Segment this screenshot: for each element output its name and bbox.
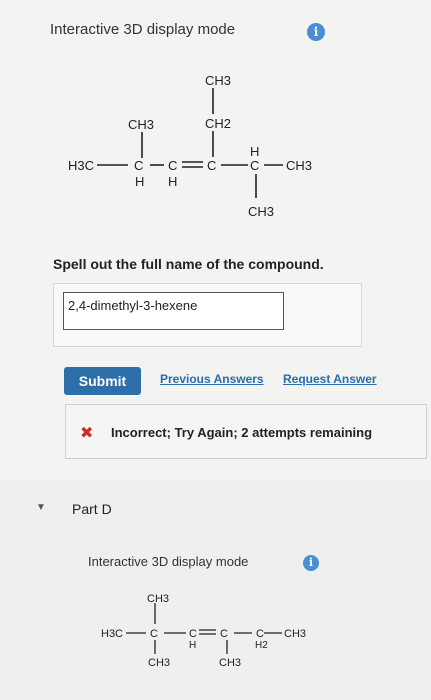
structure-label: CH3 [248, 204, 274, 219]
feedback-box: ✖ Incorrect; Try Again; 2 attempts remai… [65, 404, 427, 459]
compound-structure[interactable]: CH3 CH2 CH3 H3C C C C C H H H CH3 CH3 [0, 0, 431, 240]
structure-label: CH3 [205, 73, 231, 88]
structure-label: C [168, 158, 177, 173]
previous-answers-link[interactable]: Previous Answers [160, 372, 264, 386]
structure-label: C [250, 158, 259, 173]
structure-label: C [220, 628, 228, 640]
structure-label: C [150, 628, 158, 640]
structure-label: CH3 [128, 117, 154, 132]
structure-label: H [135, 174, 144, 189]
structure-label: H3C [101, 628, 123, 640]
structure-label: CH3 [286, 158, 312, 173]
structure-label: CH2 [205, 116, 231, 131]
structure-label: C [256, 628, 264, 640]
submit-button[interactable]: Submit [64, 367, 141, 395]
incorrect-x-icon: ✖ [80, 425, 94, 442]
part-d-display-mode-label: Interactive 3D display mode [88, 554, 249, 569]
structure-label: C [207, 158, 216, 173]
structure-label: H [250, 144, 259, 159]
feedback-text: Incorrect; Try Again; 2 attempts remaini… [111, 425, 373, 440]
structure-label: CH3 [284, 628, 306, 640]
structure-label: H [189, 640, 196, 651]
part-d-header[interactable]: Part D [72, 501, 112, 517]
question-text: Spell out the full name of the compound. [53, 256, 324, 272]
structure-label: H3C [68, 158, 94, 173]
structure-label: CH3 [148, 657, 170, 669]
structure-label: C [134, 158, 143, 173]
request-answer-link[interactable]: Request Answer [283, 372, 377, 386]
chevron-down-icon[interactable]: ▼ [36, 502, 46, 513]
structure-label: H2 [255, 640, 268, 651]
structure-label: CH3 [147, 593, 169, 605]
info-icon[interactable]: i [303, 555, 319, 571]
answer-container [53, 283, 362, 347]
structure-label: C [189, 628, 197, 640]
structure-label: H [168, 174, 177, 189]
part-d-compound-structure[interactable]: CH3 H3C C C H C C H2 CH3 CH3 CH3 [0, 580, 431, 700]
answer-input[interactable] [63, 292, 284, 330]
structure-label: CH3 [219, 657, 241, 669]
